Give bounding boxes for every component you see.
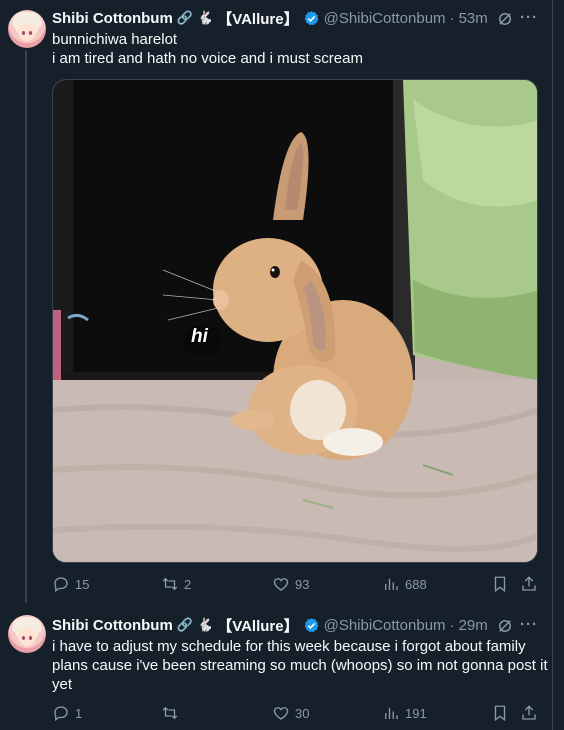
avatar[interactable]	[8, 10, 46, 48]
name-tag: 【VAllure】	[217, 10, 299, 28]
views-button[interactable]: 191	[382, 704, 427, 722]
timestamp[interactable]: 29m	[459, 617, 488, 634]
more-icon[interactable]: ···	[520, 9, 538, 26]
bookmark-icon[interactable]	[491, 704, 509, 722]
link-emoji: 🔗	[176, 10, 193, 25]
reply-button[interactable]: 1	[52, 704, 82, 722]
tweet-text-line: bunnichiwa harelot	[52, 31, 178, 48]
tweet-text-line: i have to adjust my schedule for this we…	[52, 638, 526, 655]
reply-count: 15	[75, 576, 90, 592]
like-button[interactable]: 30	[272, 704, 309, 722]
timestamp[interactable]: 53m	[459, 10, 488, 27]
tweet-photo[interactable]: hi	[52, 79, 538, 563]
avatar[interactable]	[8, 615, 46, 653]
timeline: Shibi Cottonbum 🔗 🐇 【VAllure】 @ShibiCott…	[0, 0, 552, 730]
tweet-header: Shibi Cottonbum 🔗 🐇 【VAllure】 @ShibiCott…	[52, 8, 488, 28]
views-button[interactable]: 688	[382, 575, 427, 593]
share-icon[interactable]	[520, 704, 538, 722]
reply-icon	[54, 706, 68, 722]
handle[interactable]: @ShibiCottonbum	[324, 10, 446, 27]
tweet-text-line: yet	[52, 676, 73, 693]
display-name[interactable]: Shibi Cottonbum	[52, 617, 173, 634]
retweet-icon	[162, 577, 178, 591]
more-icon[interactable]: ···	[520, 616, 538, 633]
tweet-text-line: plans cause i've been streaming so much …	[52, 657, 548, 674]
name-tag: 【VAllure】	[217, 617, 299, 635]
like-icon	[273, 707, 289, 720]
display-name[interactable]: Shibi Cottonbum	[52, 10, 173, 27]
like-count: 30	[295, 705, 310, 721]
tweet-actions: 15 2 93 688	[52, 575, 542, 595]
image-caption: hi	[191, 326, 208, 347]
tweet-header: Shibi Cottonbum 🔗 🐇 【VAllure】 @ShibiCott…	[52, 615, 488, 635]
grok-icon[interactable]	[496, 10, 514, 28]
share-icon[interactable]	[520, 575, 538, 593]
verified-badge-icon	[304, 617, 319, 632]
link-emoji: 🔗	[176, 617, 193, 632]
view-count: 191	[405, 705, 427, 721]
grok-icon[interactable]	[496, 617, 514, 635]
rabbit-photo	[53, 80, 537, 562]
rabbit-emoji: 🐇	[197, 10, 214, 25]
views-icon	[385, 578, 398, 590]
views-icon	[385, 707, 398, 719]
reply-icon	[54, 577, 68, 593]
like-count: 93	[295, 576, 310, 592]
retweet-button[interactable]	[161, 704, 184, 722]
separator-dot: ·	[449, 9, 455, 27]
thread-connector-line	[25, 50, 27, 603]
retweet-icon	[162, 706, 178, 720]
bookmark-icon[interactable]	[491, 575, 509, 593]
view-count: 688	[405, 576, 427, 592]
retweet-count: 2	[184, 576, 192, 592]
reply-button[interactable]: 15	[52, 575, 89, 593]
separator-dot: ·	[449, 616, 455, 634]
tweet-actions: 1 30 191	[52, 704, 542, 724]
tweet-text-line: i am tired and hath no voice and i must …	[52, 50, 363, 67]
rabbit-emoji: 🐇	[197, 617, 214, 632]
like-icon	[273, 578, 289, 591]
handle[interactable]: @ShibiCottonbum	[324, 617, 446, 634]
like-button[interactable]: 93	[272, 575, 309, 593]
retweet-button[interactable]: 2	[161, 575, 191, 593]
verified-badge-icon	[304, 10, 319, 25]
column-border	[552, 0, 553, 730]
reply-count: 1	[75, 705, 83, 721]
